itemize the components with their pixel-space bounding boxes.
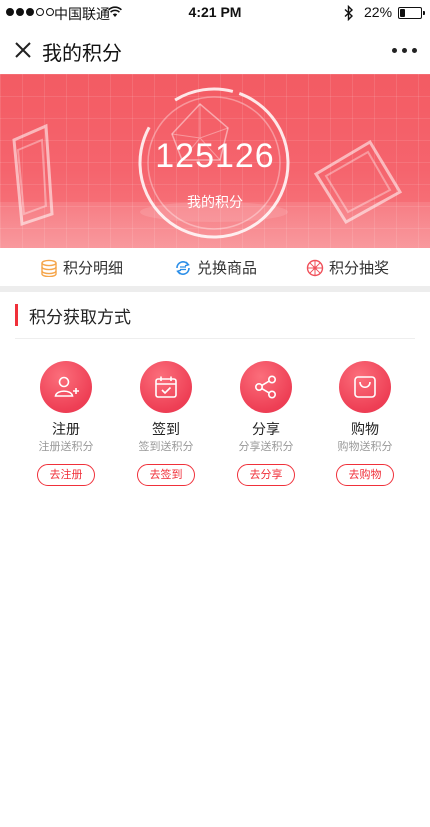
battery-icon	[398, 7, 425, 19]
method-desc: 购物送积分	[337, 440, 393, 453]
method-name: 分享	[252, 422, 280, 438]
menu-item-exchange[interactable]: 兑换商品	[174, 257, 257, 278]
menu-item-lottery[interactable]: 积分抽奖	[306, 257, 389, 278]
bluetooth-icon	[344, 5, 354, 21]
method-share: 分享 分享送积分 去分享	[216, 361, 316, 486]
method-name: 购物	[351, 422, 379, 438]
menu-label: 积分抽奖	[329, 259, 390, 277]
menu-label: 兑换商品	[197, 259, 258, 277]
go-checkin-button[interactable]: 去签到	[137, 464, 195, 486]
battery-percentage: 22%	[364, 4, 393, 20]
page-title: 我的积分	[42, 41, 122, 65]
method-desc: 签到送积分	[138, 440, 194, 453]
method-desc: 注册送积分	[38, 440, 94, 453]
points-banner: 125126 我的积分	[0, 74, 430, 248]
add-user-icon	[40, 361, 92, 413]
method-name: 签到	[152, 422, 180, 438]
share-icon	[240, 361, 292, 413]
points-menu: 积分明细 兑换商品 积分抽奖	[0, 248, 430, 286]
status-bar: 中国联通 4:21 PM 22%	[0, 0, 430, 26]
go-share-button[interactable]: 去分享	[237, 464, 295, 486]
method-checkin: 签到 签到送积分 去签到	[116, 361, 216, 486]
method-desc: 分享送积分	[238, 440, 294, 453]
go-shopping-button[interactable]: 去购物	[336, 464, 394, 486]
method-register: 注册 注册送积分 去注册	[16, 361, 116, 486]
menu-item-points-detail[interactable]: 积分明细	[40, 257, 123, 278]
section-title: 积分获取方式	[29, 308, 131, 328]
go-register-button[interactable]: 去注册	[37, 464, 95, 486]
points-value: 125126	[155, 137, 275, 175]
calendar-check-icon	[140, 361, 192, 413]
section-divider	[0, 286, 430, 292]
exchange-icon	[176, 260, 190, 275]
method-name: 注册	[52, 422, 80, 438]
points-label: 我的积分	[187, 195, 243, 211]
more-icon[interactable]	[392, 48, 417, 53]
method-shopping: 购物 购物送积分 去购物	[315, 361, 415, 486]
close-icon[interactable]	[14, 41, 32, 59]
menu-label: 积分明细	[63, 259, 124, 277]
shopping-bag-icon	[339, 361, 391, 413]
divider	[15, 338, 415, 339]
wheel-icon	[306, 259, 324, 276]
coins-icon	[41, 259, 57, 277]
nav-bar: 我的积分	[0, 26, 430, 74]
section-accent-bar	[15, 304, 18, 326]
